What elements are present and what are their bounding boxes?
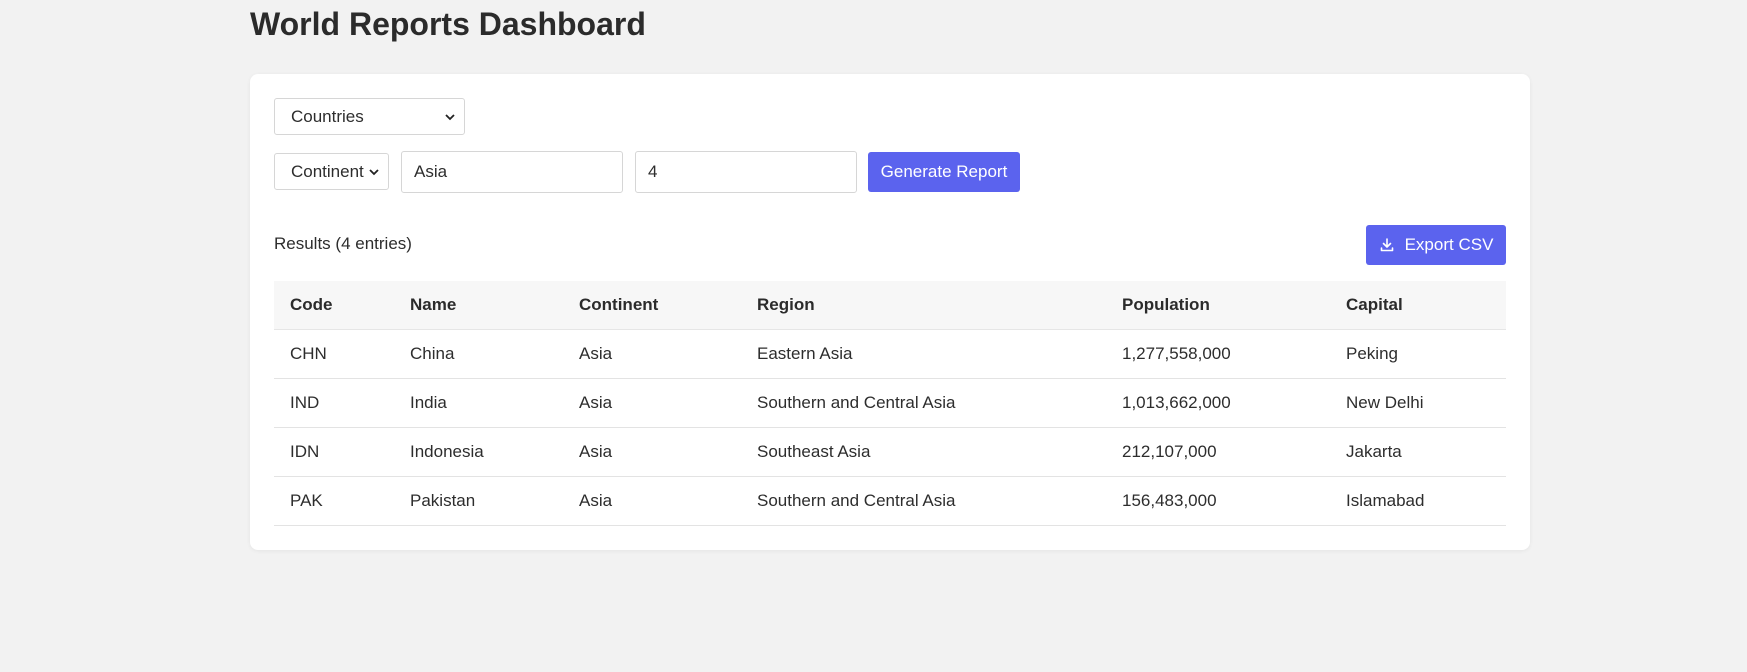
filter-field-select-value: Continent — [291, 161, 364, 181]
cell-population: 1,277,558,000 — [1106, 329, 1330, 379]
chevron-down-icon — [444, 111, 456, 123]
generate-report-button[interactable]: Generate Report — [868, 152, 1020, 192]
chevron-down-icon — [368, 166, 380, 178]
limit-input[interactable] — [635, 151, 857, 193]
table-row: IND India Asia Southern and Central Asia… — [274, 378, 1506, 428]
column-header-region: Region — [741, 281, 1106, 330]
cell-capital: Jakarta — [1330, 427, 1506, 477]
cell-code: IND — [274, 378, 394, 428]
filter-field-select[interactable]: Continent — [274, 153, 389, 190]
generate-report-label: Generate Report — [880, 162, 1008, 181]
cell-capital: Islamabad — [1330, 476, 1506, 526]
cell-continent: Asia — [563, 476, 741, 526]
page-title: World Reports Dashboard — [250, 6, 646, 42]
column-header-code: Code — [274, 281, 394, 330]
cell-code: IDN — [274, 427, 394, 477]
cell-region: Southern and Central Asia — [741, 476, 1106, 526]
column-header-population: Population — [1106, 281, 1330, 330]
cell-region: Southern and Central Asia — [741, 378, 1106, 428]
cell-population: 1,013,662,000 — [1106, 378, 1330, 428]
cell-region: Southeast Asia — [741, 427, 1106, 477]
filter-value-input[interactable] — [401, 151, 623, 193]
cell-continent: Asia — [563, 378, 741, 428]
download-icon — [1379, 237, 1395, 253]
report-card: Countries Continent Generate Report Resu… — [250, 74, 1530, 550]
column-header-capital: Capital — [1330, 281, 1506, 330]
cell-code: PAK — [274, 476, 394, 526]
table-row: CHN China Asia Eastern Asia 1,277,558,00… — [274, 329, 1506, 379]
cell-capital: Peking — [1330, 329, 1506, 379]
table-row: IDN Indonesia Asia Southeast Asia 212,10… — [274, 427, 1506, 477]
report-type-select-value: Countries — [291, 106, 364, 126]
column-header-name: Name — [394, 281, 563, 330]
cell-name: Indonesia — [394, 427, 563, 477]
table-header-row: Code Name Continent Region Population Ca… — [274, 281, 1506, 330]
cell-name: Pakistan — [394, 476, 563, 526]
cell-region: Eastern Asia — [741, 329, 1106, 379]
results-table: Code Name Continent Region Population Ca… — [274, 281, 1506, 526]
cell-population: 212,107,000 — [1106, 427, 1330, 477]
cell-continent: Asia — [563, 329, 741, 379]
results-summary: Results (4 entries) — [274, 234, 412, 253]
cell-name: China — [394, 329, 563, 379]
report-type-select[interactable]: Countries — [274, 98, 465, 135]
column-header-continent: Continent — [563, 281, 741, 330]
cell-code: CHN — [274, 329, 394, 379]
cell-continent: Asia — [563, 427, 741, 477]
cell-name: India — [394, 378, 563, 428]
export-csv-button[interactable]: Export CSV — [1366, 225, 1506, 265]
cell-capital: New Delhi — [1330, 378, 1506, 428]
table-row: PAK Pakistan Asia Southern and Central A… — [274, 476, 1506, 526]
cell-population: 156,483,000 — [1106, 476, 1330, 526]
export-csv-label: Export CSV — [1404, 235, 1494, 254]
